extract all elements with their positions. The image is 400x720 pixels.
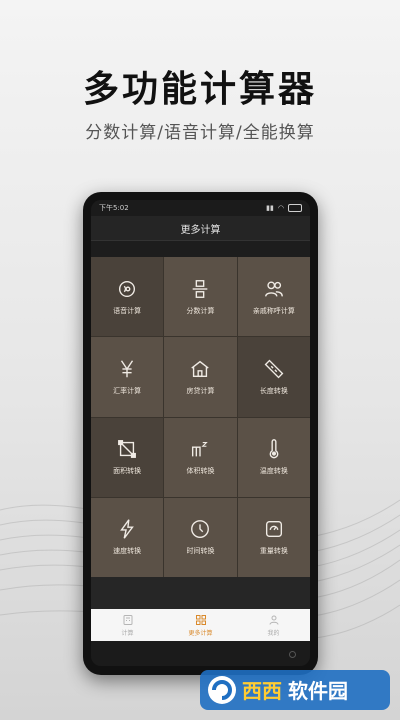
tab-calculator[interactable]: 计算 xyxy=(91,609,164,641)
svg-text:软件园: 软件园 xyxy=(288,679,348,703)
phone-screen: 下午5:02 ▮▮ ◠ 更多计算 语音计算 分数计算 亲戚称呼计算 汇率计算 房… xyxy=(91,200,310,666)
person-icon xyxy=(269,615,278,625)
thermometer-icon xyxy=(269,439,279,459)
volume-icon xyxy=(192,442,209,457)
status-bar: 下午5:02 ▮▮ ◠ xyxy=(91,200,310,216)
battery-icon xyxy=(288,204,302,212)
tile-time-convert[interactable]: 时间转换 xyxy=(164,497,237,577)
area-icon xyxy=(118,440,137,459)
tab-label: 更多计算 xyxy=(188,629,213,637)
fraction-icon xyxy=(193,279,208,298)
tile-speed-convert[interactable]: 速度转换 xyxy=(91,497,164,577)
screen-title: 更多计算 xyxy=(91,216,310,241)
yen-icon xyxy=(121,360,134,378)
sensor-dot xyxy=(289,651,296,658)
ruler-icon xyxy=(264,359,284,379)
svg-text:西西: 西西 xyxy=(242,679,282,703)
tile-voice-calc[interactable]: 语音计算 xyxy=(91,257,164,337)
tile-label: 语音计算 xyxy=(113,306,142,315)
tile-area-convert[interactable]: 面积转换 xyxy=(91,417,164,497)
tile-length-convert[interactable]: 长度转换 xyxy=(237,337,310,417)
phone-bottom-bezel xyxy=(91,641,310,666)
voice-icon xyxy=(119,280,136,297)
tile-label: 房贷计算 xyxy=(186,386,215,395)
tile-label: 长度转换 xyxy=(259,386,288,395)
tile-volume-convert[interactable]: 体积转换 xyxy=(164,417,237,497)
tile-weight-convert[interactable]: 重量转换 xyxy=(237,497,310,577)
watermark-logo: 西西 软件园 xyxy=(200,670,390,710)
promo-subline: 分数计算/语音计算/全能换算 xyxy=(85,123,315,143)
house-icon xyxy=(191,360,210,377)
tile-label: 温度转换 xyxy=(259,467,288,476)
tab-label: 计算 xyxy=(121,629,134,637)
tile-label: 面积转换 xyxy=(113,467,142,476)
scale-icon xyxy=(265,521,282,538)
tab-more-calc[interactable]: 更多计算 xyxy=(164,609,237,641)
grid-icon xyxy=(195,614,206,625)
relatives-icon xyxy=(264,281,283,297)
tile-fraction-calc[interactable]: 分数计算 xyxy=(164,257,237,337)
tile-label: 体积转换 xyxy=(186,467,215,476)
status-icons: ▮▮ ◠ xyxy=(266,204,302,212)
phone-frame: 下午5:02 ▮▮ ◠ 更多计算 语音计算 分数计算 亲戚称呼计算 汇率计算 房… xyxy=(83,192,318,675)
clock-icon xyxy=(191,520,210,539)
tile-label: 速度转换 xyxy=(113,547,142,556)
tile-exchange-rate[interactable]: 汇率计算 xyxy=(91,337,164,417)
tile-mortgage-calc[interactable]: 房贷计算 xyxy=(164,337,237,417)
tile-label: 分数计算 xyxy=(186,306,215,315)
signal-icon: ▮▮ xyxy=(266,204,274,212)
tile-label: 时间转换 xyxy=(186,547,215,556)
wifi-icon: ◠ xyxy=(277,204,284,212)
calculator-icon xyxy=(123,614,132,625)
calculator-grid: 语音计算 分数计算 亲戚称呼计算 汇率计算 房贷计算 长度转换 面积转换 体积转… xyxy=(91,257,310,577)
tile-label: 汇率计算 xyxy=(113,386,142,395)
tile-temperature-convert[interactable]: 温度转换 xyxy=(237,417,310,497)
bottom-tab-bar: 计算 更多计算 我的 xyxy=(91,609,310,641)
tile-label: 重量转换 xyxy=(259,547,288,556)
promo-headline: 多功能计算器 xyxy=(82,69,317,110)
tab-mine[interactable]: 我的 xyxy=(237,609,310,641)
lightning-icon xyxy=(120,519,135,539)
tile-relatives-calc[interactable]: 亲戚称呼计算 xyxy=(237,257,310,337)
tile-label: 亲戚称呼计算 xyxy=(252,306,295,315)
tab-label: 我的 xyxy=(267,629,280,637)
status-time: 下午5:02 xyxy=(99,204,129,212)
